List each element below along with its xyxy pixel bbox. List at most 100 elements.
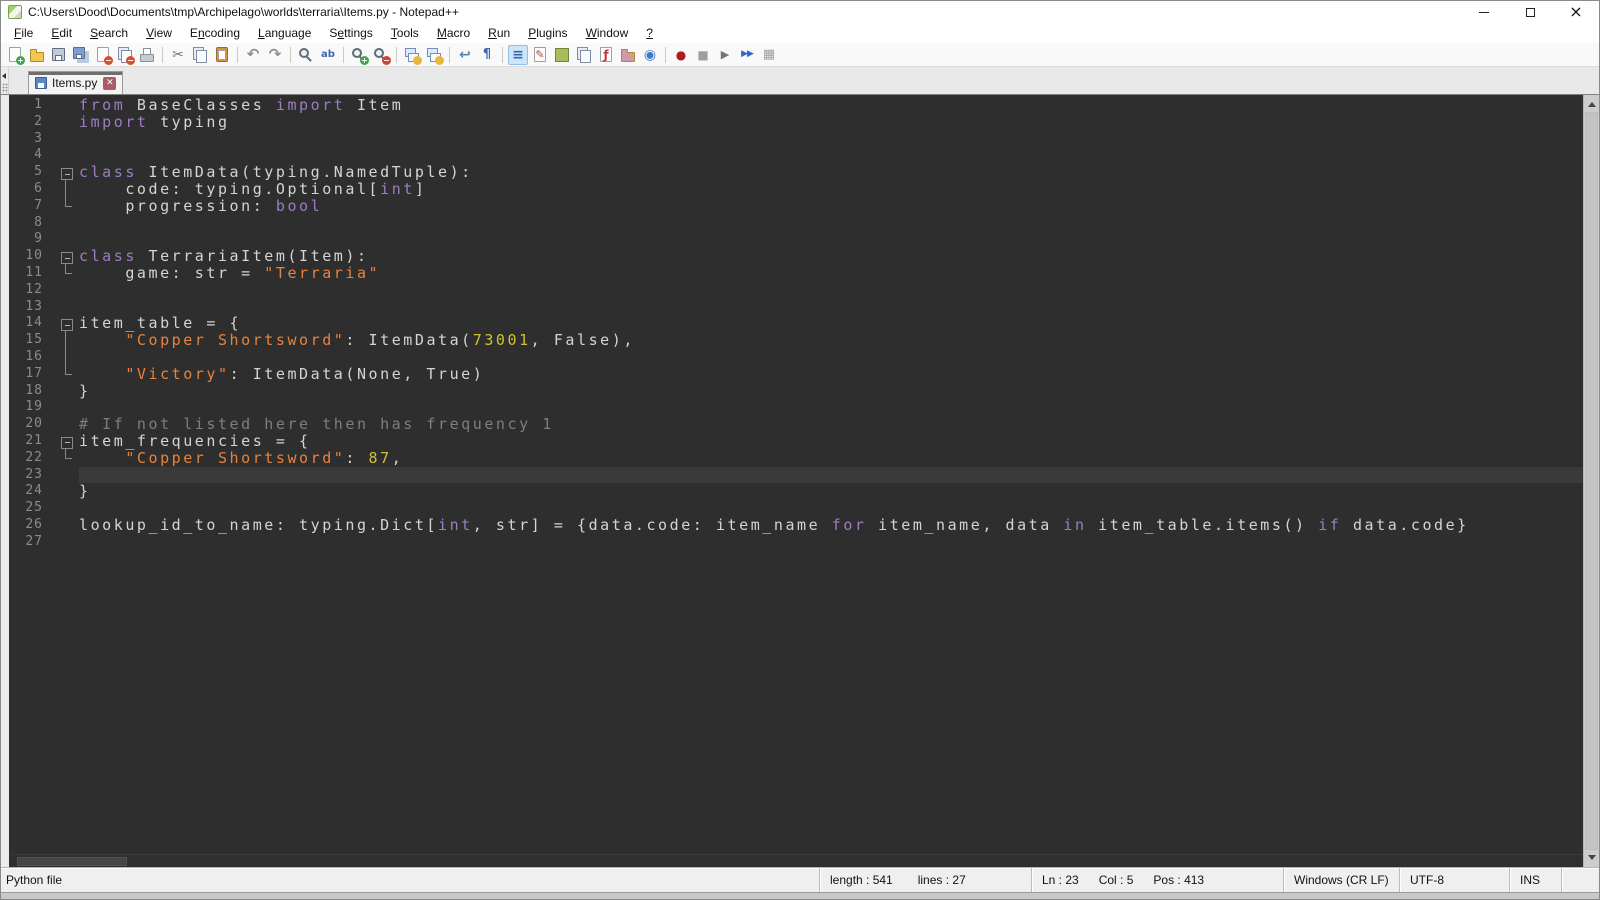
close-file-icon[interactable]: − (93, 45, 113, 65)
monitoring-eye-icon[interactable]: ◉ (640, 45, 660, 65)
code-line[interactable]: 13 (9, 299, 1583, 316)
line-number[interactable]: 8 (9, 215, 55, 232)
vertical-scrollbar-thumb[interactable] (1585, 112, 1598, 850)
editor[interactable]: 1from BaseClasses import Item2import typ… (9, 95, 1583, 854)
line-number[interactable]: 10 (9, 248, 55, 265)
code-line[interactable]: 24} (9, 483, 1583, 500)
replace-icon[interactable]: ab (318, 45, 338, 65)
line-number[interactable]: 19 (9, 399, 55, 416)
menu-item-language[interactable]: Language (249, 24, 320, 42)
menu-item-file[interactable]: File (5, 24, 42, 42)
code-line[interactable]: 1from BaseClasses import Item (9, 97, 1583, 114)
code-line[interactable]: 22 "Copper Shortsword": 87, (9, 450, 1583, 467)
menu-item-settings[interactable]: Settings (320, 24, 381, 42)
line-number[interactable]: 5 (9, 164, 55, 181)
code-line[interactable]: 8 (9, 215, 1583, 232)
minimize-button[interactable] (1461, 1, 1507, 23)
code-line[interactable]: 17 "Victory": ItemData(None, True) (9, 366, 1583, 383)
line-number[interactable]: 15 (9, 332, 55, 349)
function-list-icon[interactable]: ƒ (596, 45, 616, 65)
line-number[interactable]: 26 (9, 517, 55, 534)
close-button[interactable]: × (1553, 1, 1599, 23)
line-number[interactable]: 11 (9, 265, 55, 282)
code-line[interactable]: 3 (9, 131, 1583, 148)
macro-stop-icon[interactable]: ■ (693, 45, 713, 65)
macro-save-icon[interactable]: ▦ (759, 45, 779, 65)
menu-item-tools[interactable]: Tools (382, 24, 428, 42)
horizontal-scrollbar[interactable] (9, 854, 1583, 867)
menu-item-search[interactable]: Search (81, 24, 137, 42)
code-line[interactable]: 9 (9, 231, 1583, 248)
cut-icon[interactable]: ✂ (168, 45, 188, 65)
code-line[interactable]: 18} (9, 383, 1583, 400)
code-line[interactable]: 19 (9, 399, 1583, 416)
line-number[interactable]: 7 (9, 198, 55, 215)
line-number[interactable]: 17 (9, 366, 55, 383)
code-line[interactable]: 16 (9, 349, 1583, 366)
line-number[interactable]: 12 (9, 282, 55, 299)
line-number[interactable]: 24 (9, 483, 55, 500)
macro-record-icon[interactable]: ● (671, 45, 691, 65)
code-line[interactable]: 20# If not listed here then has frequenc… (9, 416, 1583, 433)
open-file-icon[interactable] (27, 45, 47, 65)
menu-item-view[interactable]: View (137, 24, 181, 42)
code-line[interactable]: 15 "Copper Shortsword": ItemData(73001, … (9, 332, 1583, 349)
tab-items-py[interactable]: Items.py ✕ (28, 71, 123, 94)
menu-item-run[interactable]: Run (479, 24, 519, 42)
word-wrap-icon[interactable]: ↩ (455, 45, 475, 65)
line-number[interactable]: 6 (9, 181, 55, 198)
line-number[interactable]: 22 (9, 450, 55, 467)
code-line[interactable]: 6 code: typing.Optional[int] (9, 181, 1583, 198)
code-line[interactable]: 11 game: str = "Terraria" (9, 265, 1583, 282)
line-number[interactable]: 4 (9, 147, 55, 164)
menu-item-edit[interactable]: Edit (42, 24, 81, 42)
scroll-up-button[interactable] (1584, 97, 1599, 112)
new-file-icon[interactable]: + (5, 45, 25, 65)
code-line[interactable]: 12 (9, 282, 1583, 299)
save-all-icon[interactable] (71, 45, 91, 65)
line-number[interactable]: 23 (9, 467, 55, 484)
menu-item-macro[interactable]: Macro (428, 24, 479, 42)
redo-icon[interactable]: ↷ (265, 45, 285, 65)
line-number[interactable]: 20 (9, 416, 55, 433)
tab-close-button[interactable]: ✕ (103, 77, 116, 90)
code-line[interactable]: 27 (9, 534, 1583, 551)
code-line[interactable]: 7 progression: bool (9, 198, 1583, 215)
code-line[interactable]: 25 (9, 500, 1583, 517)
fold-toggle-icon[interactable] (55, 164, 79, 181)
macro-run-multiple-icon[interactable]: ▶▶ (737, 45, 757, 65)
close-all-icon[interactable]: − (115, 45, 135, 65)
indent-guide-icon[interactable]: ≡ (508, 45, 528, 65)
sync-horizontal-scroll-icon[interactable] (424, 45, 444, 65)
status-insert-mode[interactable]: INS (1509, 868, 1561, 892)
line-number[interactable]: 16 (9, 349, 55, 366)
fold-toggle-icon[interactable] (55, 433, 79, 450)
line-number[interactable]: 18 (9, 383, 55, 400)
scroll-down-button[interactable] (1584, 850, 1599, 865)
print-icon[interactable] (137, 45, 157, 65)
line-number[interactable]: 9 (9, 231, 55, 248)
undo-icon[interactable]: ↶ (243, 45, 263, 65)
restore-button[interactable] (1507, 1, 1553, 23)
menu-item-encoding[interactable]: Encoding (181, 24, 249, 42)
paste-icon[interactable] (212, 45, 232, 65)
line-number[interactable]: 3 (9, 131, 55, 148)
menu-item-help[interactable]: ? (637, 24, 662, 42)
define-language-icon[interactable]: ✎ (530, 45, 550, 65)
dock-splitter-side[interactable] (1, 95, 9, 867)
zoom-out-icon[interactable]: − (371, 45, 391, 65)
line-number[interactable]: 1 (9, 97, 55, 114)
save-file-icon[interactable] (49, 45, 69, 65)
code-line[interactable]: 10class TerrariaItem(Item): (9, 248, 1583, 265)
document-map-icon[interactable] (552, 45, 572, 65)
line-number[interactable]: 14 (9, 315, 55, 332)
code-line[interactable]: 23 (9, 467, 1583, 484)
line-number[interactable]: 25 (9, 500, 55, 517)
code-line[interactable]: 21item_frequencies = { (9, 433, 1583, 450)
code-line[interactable]: 14item_table = { (9, 315, 1583, 332)
notepadpp-logo-icon[interactable] (8, 5, 22, 19)
status-encoding[interactable]: UTF-8 (1399, 868, 1509, 892)
code-line[interactable]: 5class ItemData(typing.NamedTuple): (9, 164, 1583, 181)
dock-splitter-top[interactable] (1, 67, 9, 94)
menu-item-window[interactable]: Window (577, 24, 638, 42)
